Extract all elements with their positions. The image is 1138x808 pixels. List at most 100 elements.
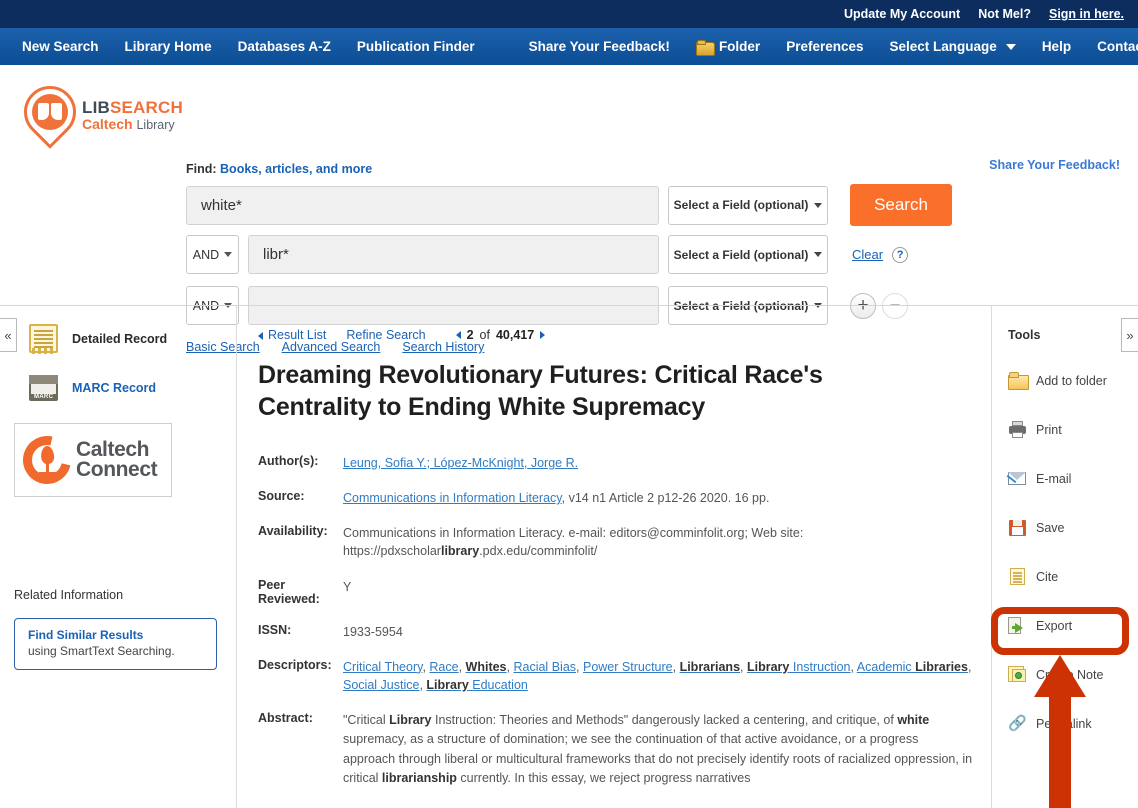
search-input-1[interactable]: white* bbox=[186, 185, 659, 225]
field-value: Leung, Sofia Y.; López-McKnight, Jorge R… bbox=[343, 454, 973, 472]
collapse-left-panel-button[interactable]: « bbox=[0, 318, 17, 352]
content-area: « Detailed Record MARC MARC Record Calte… bbox=[0, 305, 1138, 808]
find-label-link[interactable]: Books, articles, and more bbox=[220, 162, 372, 176]
sidebar-item-detailed-record[interactable]: Detailed Record bbox=[29, 324, 236, 354]
sidebar-item-marc-record[interactable]: MARC MARC Record bbox=[29, 375, 236, 401]
source-details: , v14 n1 Article 2 p12-26 2020. 16 pp. bbox=[561, 491, 770, 506]
nav-publication-finder[interactable]: Publication Finder bbox=[357, 39, 475, 54]
chevron-down-icon bbox=[224, 252, 233, 257]
page-title: Dreaming Revolutionary Futures: Critical… bbox=[258, 361, 823, 421]
boolean-operator-2[interactable]: AND bbox=[186, 235, 239, 274]
field-authors: Author(s): Leung, Sofia Y.; López-McKnig… bbox=[258, 454, 973, 472]
descriptor-link[interactable]: Racial Bias bbox=[513, 660, 576, 674]
nav-preferences[interactable]: Preferences bbox=[786, 39, 863, 54]
descriptor-link[interactable]: Library Education bbox=[426, 678, 527, 692]
tool-item-export[interactable]: Export bbox=[1008, 601, 1133, 650]
descriptor-link[interactable]: Critical Theory bbox=[343, 660, 422, 674]
previous-result-button[interactable] bbox=[455, 331, 461, 339]
search-button[interactable]: Search bbox=[850, 184, 952, 226]
field-value: Y bbox=[343, 579, 352, 594]
nav-folder-label: Folder bbox=[718, 39, 761, 54]
field-value: 1933-5954 bbox=[343, 624, 403, 639]
find-similar-title: Find Similar Results bbox=[28, 628, 144, 642]
collapse-right-panel-button[interactable]: » bbox=[1121, 318, 1138, 352]
tool-item-add-to-folder[interactable]: Add to folder bbox=[1008, 356, 1133, 405]
field-label: Peer Reviewed: bbox=[258, 577, 320, 606]
nav-share-feedback[interactable]: Share Your Feedback! bbox=[529, 39, 670, 54]
field-label: Availability: bbox=[258, 524, 328, 539]
field-abstract: Abstract: "Critical Library Instruction:… bbox=[258, 711, 973, 789]
nav-language-label: Select Language bbox=[889, 39, 997, 54]
envelope-icon bbox=[1006, 470, 1027, 487]
document-icon bbox=[29, 324, 58, 354]
nav-new-search[interactable]: New Search bbox=[22, 39, 99, 54]
libsearch-logo: LIBSEARCH Caltech Library bbox=[13, 75, 183, 149]
field-select-2[interactable]: Select a Field (optional) bbox=[668, 235, 828, 274]
tool-item-create-note[interactable]: Create Note bbox=[1008, 650, 1133, 699]
floppy-disk-icon bbox=[1008, 519, 1027, 536]
field-label: Author(s): bbox=[258, 454, 319, 468]
descriptor-link[interactable]: Power Structure bbox=[583, 660, 673, 674]
nav-databases-a-z[interactable]: Databases A-Z bbox=[238, 39, 331, 54]
detailed-record-label: Detailed Record bbox=[72, 331, 168, 346]
search-row-2: AND libr* Select a Field (optional) Clea… bbox=[186, 235, 909, 274]
printer-icon bbox=[1008, 421, 1027, 438]
next-result-button[interactable] bbox=[540, 331, 546, 339]
nav-select-language[interactable]: Select Language bbox=[890, 39, 1016, 54]
sign-in-link[interactable]: Sign in here. bbox=[1049, 7, 1124, 21]
caltech-connect-wordmark: Caltech Connect bbox=[76, 437, 158, 481]
chevron-down-icon bbox=[814, 252, 823, 257]
update-my-account-link[interactable]: Update My Account bbox=[844, 7, 960, 21]
refine-search-link[interactable]: Refine Search bbox=[346, 328, 425, 342]
export-icon bbox=[1008, 617, 1027, 634]
tool-item-save[interactable]: Save bbox=[1008, 503, 1133, 552]
field-source: Source: Communications in Information Li… bbox=[258, 489, 973, 507]
descriptor-link[interactable]: Race bbox=[429, 660, 458, 674]
descriptor-link[interactable]: Librarians bbox=[680, 660, 740, 674]
clear-link[interactable]: Clear bbox=[852, 247, 883, 262]
map-pin-book-icon bbox=[13, 75, 87, 149]
pager-of: of bbox=[479, 328, 490, 342]
search-panel: LIBSEARCH Caltech Library Find: Books, a… bbox=[0, 68, 1138, 354]
tool-item-cite[interactable]: Cite bbox=[1008, 552, 1133, 601]
descriptor-link[interactable]: Library Instruction bbox=[747, 660, 851, 674]
record-view-nav: Detailed Record MARC MARC Record bbox=[0, 306, 236, 401]
tool-label: Create Note bbox=[1036, 667, 1104, 682]
chevron-down-icon bbox=[1005, 43, 1016, 50]
field-select-1[interactable]: Select a Field (optional) bbox=[668, 185, 828, 225]
tool-label: Export bbox=[1036, 618, 1073, 633]
nav-right-group: Share Your Feedback! Folder Preferences … bbox=[529, 39, 1138, 56]
help-icon[interactable]: ? bbox=[892, 246, 909, 263]
find-similar-subtitle: using SmartText Searching. bbox=[28, 644, 175, 658]
share-feedback-link[interactable]: Share Your Feedback! bbox=[989, 158, 1120, 172]
result-list-link[interactable]: Result List bbox=[258, 328, 326, 342]
field-availability: Availability: Communications in Informat… bbox=[258, 524, 973, 560]
descriptor-link[interactable]: Whites bbox=[466, 660, 507, 674]
nav-help[interactable]: Help bbox=[1042, 39, 1071, 54]
find-similar-results-box[interactable]: Find Similar Results using SmartText Sea… bbox=[14, 618, 217, 670]
field-descriptors: Descriptors: Critical Theory, Race, Whit… bbox=[258, 658, 973, 694]
chevron-left-icon bbox=[258, 331, 263, 340]
tool-item-e-mail[interactable]: E-mail bbox=[1006, 454, 1133, 503]
caltech-torch-icon bbox=[13, 426, 81, 494]
link-icon: 🔗 bbox=[1008, 715, 1027, 732]
not-user-label: Not Mel? bbox=[978, 7, 1031, 21]
tool-item-permalink[interactable]: 🔗 Permalink bbox=[1008, 699, 1133, 748]
descriptor-link[interactable]: Academic Libraries bbox=[857, 660, 968, 674]
nav-folder[interactable]: Folder bbox=[695, 39, 761, 56]
search-input-2[interactable]: libr* bbox=[248, 235, 659, 274]
source-link[interactable]: Communications in Information Literacy bbox=[343, 491, 562, 505]
field-label: Abstract: bbox=[258, 710, 313, 725]
folder-icon bbox=[1008, 372, 1029, 390]
author-link[interactable]: Leung, Sofia Y.; López-McKnight, Jorge R… bbox=[343, 456, 578, 470]
field-label: ISSN: bbox=[258, 622, 292, 637]
tool-item-print[interactable]: Print bbox=[1008, 405, 1133, 454]
caltech-connect-logo[interactable]: Caltech Connect bbox=[13, 423, 172, 497]
left-sidebar: « Detailed Record MARC MARC Record Calte… bbox=[0, 306, 237, 808]
nav-contact-us[interactable]: Contact Us bbox=[1097, 39, 1138, 54]
tool-label: Cite bbox=[1036, 569, 1059, 584]
breadcrumb: Result List Refine Search 2 of 40,417 bbox=[258, 328, 546, 342]
descriptor-list: Critical Theory, Race, Whites, Racial Bi… bbox=[343, 659, 972, 692]
nav-library-home[interactable]: Library Home bbox=[125, 39, 212, 54]
descriptor-link[interactable]: Social Justice bbox=[343, 678, 419, 692]
